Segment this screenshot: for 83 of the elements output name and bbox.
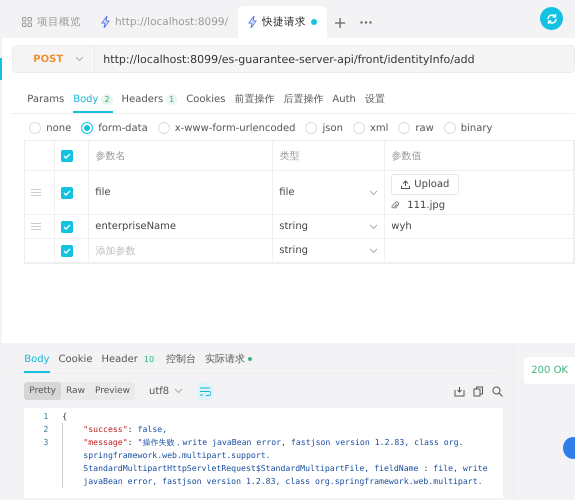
drag-handle-icon[interactable] (31, 223, 42, 230)
check-icon (63, 190, 72, 196)
response-tab[interactable]: Header 10 (102, 347, 158, 373)
checkbox[interactable] (61, 220, 74, 232)
param-name: enterpriseName (95, 221, 176, 232)
radio-button[interactable] (81, 122, 94, 134)
radio-button[interactable] (444, 122, 456, 134)
code-text: { (62, 411, 68, 421)
code-text: StandardMultipartHttpServletRequest$StandardMultipartFile, fieldName : file, write (83, 463, 488, 473)
radio-label: x-www-form-urlencoded (174, 122, 296, 134)
request-tab[interactable]: 设置 (364, 87, 385, 113)
view-mode-button[interactable]: Raw (61, 382, 90, 400)
line-number: 1 (42, 410, 50, 423)
check-icon (63, 224, 72, 230)
search-icon[interactable] (492, 386, 504, 396)
upload-icon (401, 180, 410, 189)
bolt-icon (101, 16, 110, 28)
line-number: 2 (42, 423, 50, 436)
refresh-icon (546, 12, 558, 24)
code-text: "message": "操作失败，write javaBean error, fastjson version 1.2.83, class org. (83, 437, 464, 447)
radio-button[interactable] (352, 122, 365, 134)
radio-label: none (46, 122, 72, 134)
encoding-select[interactable]: utf8 (142, 384, 190, 398)
bolt-icon (248, 16, 258, 28)
check-icon (63, 248, 72, 254)
radio-label: raw (415, 122, 434, 134)
radio-label: xml (370, 122, 388, 134)
param-name: file (95, 187, 111, 198)
upload-button[interactable]: Upload (391, 174, 460, 195)
type-select[interactable]: string (279, 221, 378, 232)
checkbox[interactable] (61, 186, 74, 198)
code-text: javaBean error, fastjson version 1.2.83, class org.springframework.web.multipart. (83, 476, 483, 486)
add-tab-button[interactable]: + (327, 6, 354, 38)
chevron-down-icon (369, 248, 378, 254)
response-tab[interactable]: 控制台 (166, 347, 196, 373)
chevron-down-icon (369, 190, 378, 196)
grid-icon (22, 17, 32, 27)
request-tab[interactable]: Headers 1 (122, 87, 178, 113)
status-badge: 200 OK (524, 357, 575, 384)
count-badge: 10 (140, 354, 158, 364)
copy-icon[interactable] (473, 386, 484, 396)
code-text: springframework.web.multipart.support. (83, 450, 271, 460)
check-icon (63, 152, 72, 158)
type-select[interactable]: file (279, 187, 378, 198)
active-marker (0, 58, 2, 80)
radio-label: form-data (98, 122, 148, 134)
param-value: wyh (391, 221, 412, 232)
column-header: 参数值 (391, 150, 422, 162)
request-tab[interactable]: Auth (332, 87, 356, 113)
count-badge: 1 (166, 94, 178, 104)
drag-handle-icon[interactable] (31, 189, 42, 196)
radio-button[interactable] (305, 122, 318, 134)
download-icon[interactable] (454, 386, 466, 396)
view-mode-button[interactable]: Preview (90, 382, 135, 400)
sync-button[interactable] (540, 7, 563, 30)
file-name: 111.jpg (407, 200, 446, 211)
request-tab[interactable]: Cookies (186, 87, 226, 113)
view-mode-button[interactable]: Pretty (24, 382, 61, 400)
request-tab[interactable]: Params (27, 87, 64, 113)
line-number: 3 (42, 436, 50, 449)
chevron-down-icon (174, 388, 184, 394)
radio-label: binary (460, 122, 492, 134)
type-select[interactable]: string (279, 245, 378, 256)
radio-button[interactable] (29, 122, 42, 134)
code-text: "success": false, (83, 424, 168, 434)
column-header: 类型 (279, 150, 300, 162)
checkbox[interactable] (61, 150, 74, 162)
chevron-down-icon (369, 224, 378, 230)
radio-button[interactable] (398, 122, 410, 134)
radio-button[interactable] (158, 122, 170, 134)
request-tab[interactable]: 前置操作 (234, 87, 274, 113)
count-badge: 2 (101, 94, 113, 104)
response-tab[interactable]: Cookie (58, 347, 92, 373)
wrap-button[interactable] (197, 382, 214, 400)
checkbox[interactable] (61, 244, 74, 256)
more-icon (360, 20, 372, 24)
column-header: 参数名 (95, 150, 126, 162)
request-tab[interactable]: 后置操作 (283, 87, 324, 113)
tab[interactable]: 快捷请求 (238, 6, 328, 38)
response-tab[interactable]: 实际请求 (205, 347, 252, 373)
paperclip-icon (391, 201, 400, 210)
radio-label: json (322, 122, 343, 134)
wrap-lines-icon (200, 386, 212, 396)
